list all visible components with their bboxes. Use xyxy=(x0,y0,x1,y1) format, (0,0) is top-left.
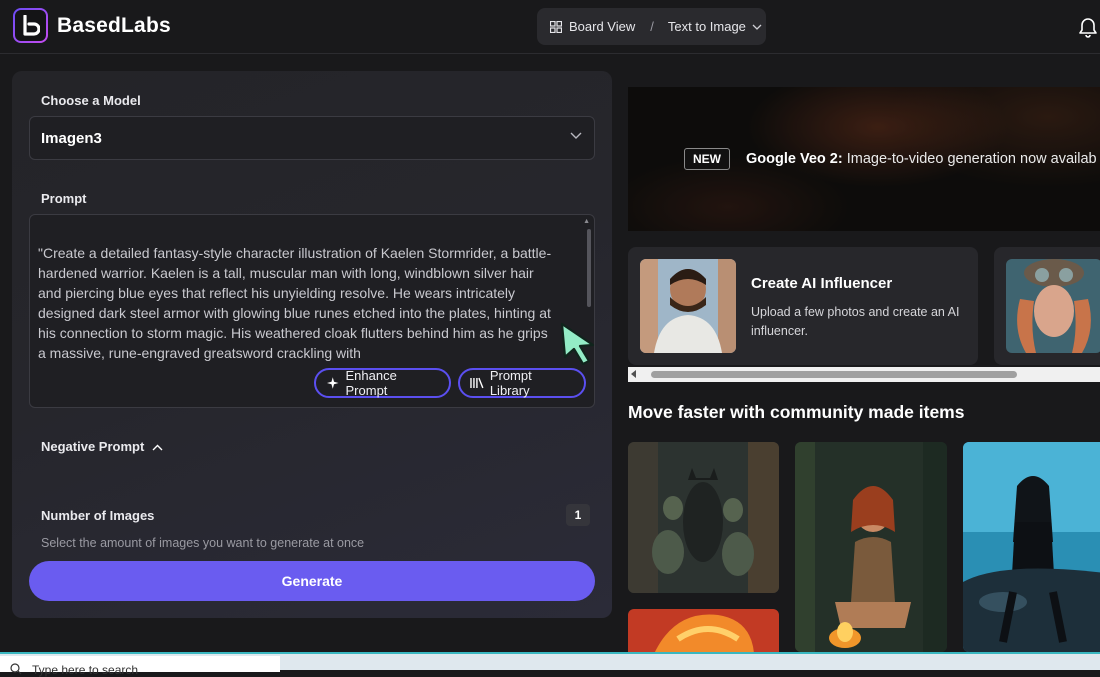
card-description: Upload a few photos and create an AI inf… xyxy=(751,305,960,338)
board-grid-icon xyxy=(550,20,562,33)
influencer-thumbnail xyxy=(640,259,736,353)
prompt-library-button[interactable]: Prompt Library xyxy=(458,368,586,398)
number-of-images-label: Number of Images xyxy=(41,508,155,523)
top-header: BasedLabs Board View / Text to Image xyxy=(0,0,1100,54)
generate-button[interactable]: Generate xyxy=(29,561,595,601)
app-name[interactable]: BasedLabs xyxy=(57,14,171,38)
community-item-batman[interactable] xyxy=(628,442,779,593)
enhance-prompt-label: Enhance Prompt xyxy=(345,368,397,398)
search-icon xyxy=(10,663,22,675)
negative-prompt-toggle[interactable]: Negative Prompt xyxy=(41,439,163,454)
model-label: Choose a Model xyxy=(41,93,141,108)
prompt-library-label: Prompt Library xyxy=(489,368,532,398)
prompt-label: Prompt xyxy=(41,191,87,206)
mouse-cursor-icon xyxy=(560,322,595,365)
breadcrumb-text-to-image[interactable]: Text to Image xyxy=(668,19,746,34)
banner-text: Google Veo 2: Image-to-video generation … xyxy=(746,151,1097,167)
prompt-scrollbar[interactable] xyxy=(587,229,591,307)
number-of-images-value[interactable]: 1 xyxy=(566,504,590,526)
prompt-text[interactable]: "Create a detailed fantasy-style charact… xyxy=(38,243,558,363)
community-item-campfire[interactable] xyxy=(795,442,947,652)
cards-horizontal-scrollbar[interactable] xyxy=(628,367,1100,382)
banner-description: Image-to-video generation now availab xyxy=(842,151,1097,167)
announcement-banner[interactable]: NEW Google Veo 2: Image-to-video generat… xyxy=(628,87,1100,231)
feature-card-partial[interactable] xyxy=(994,247,1100,365)
chevron-down-icon xyxy=(570,132,582,139)
community-item-car[interactable] xyxy=(963,442,1100,652)
breadcrumb-separator: / xyxy=(650,19,654,34)
chevron-up-icon xyxy=(152,444,163,451)
enhance-prompt-button[interactable]: Enhance Prompt xyxy=(314,368,451,398)
generation-panel: Choose a Model Imagen3 Prompt "Create a … xyxy=(12,71,612,618)
negative-prompt-label: Negative Prompt xyxy=(41,439,145,454)
banner-title: Google Veo 2: xyxy=(746,151,843,167)
sparkle-icon xyxy=(326,377,339,389)
new-tag-badge: NEW xyxy=(684,148,730,170)
basedlabs-logo-icon[interactable] xyxy=(13,8,48,43)
prompt-textarea[interactable]: "Create a detailed fantasy-style charact… xyxy=(29,214,595,408)
community-section-title: Move faster with community made items xyxy=(628,402,965,422)
scroll-up-arrow-icon[interactable]: ▲ xyxy=(583,218,590,225)
model-selected-value: Imagen3 xyxy=(41,130,102,147)
notification-bell-icon[interactable] xyxy=(1076,16,1100,38)
create-ai-influencer-card[interactable]: Create AI Influencer Upload a few photos… xyxy=(628,247,978,365)
number-of-images-help: Select the amount of images you want to … xyxy=(41,536,365,550)
portrait-thumbnail xyxy=(1006,259,1100,353)
card-title: Create AI Influencer xyxy=(751,275,893,292)
windows-taskbar: Type here to search xyxy=(0,652,1100,677)
scrollbar-thumb[interactable] xyxy=(651,371,1017,378)
model-select[interactable]: Imagen3 xyxy=(29,116,595,160)
chevron-down-icon[interactable] xyxy=(752,24,762,30)
taskbar-search-placeholder: Type here to search xyxy=(32,663,139,677)
library-icon xyxy=(470,377,484,389)
scroll-left-arrow-icon[interactable] xyxy=(631,370,636,378)
breadcrumb-board-view[interactable]: Board View xyxy=(569,19,635,34)
breadcrumb: Board View / Text to Image xyxy=(537,8,766,45)
